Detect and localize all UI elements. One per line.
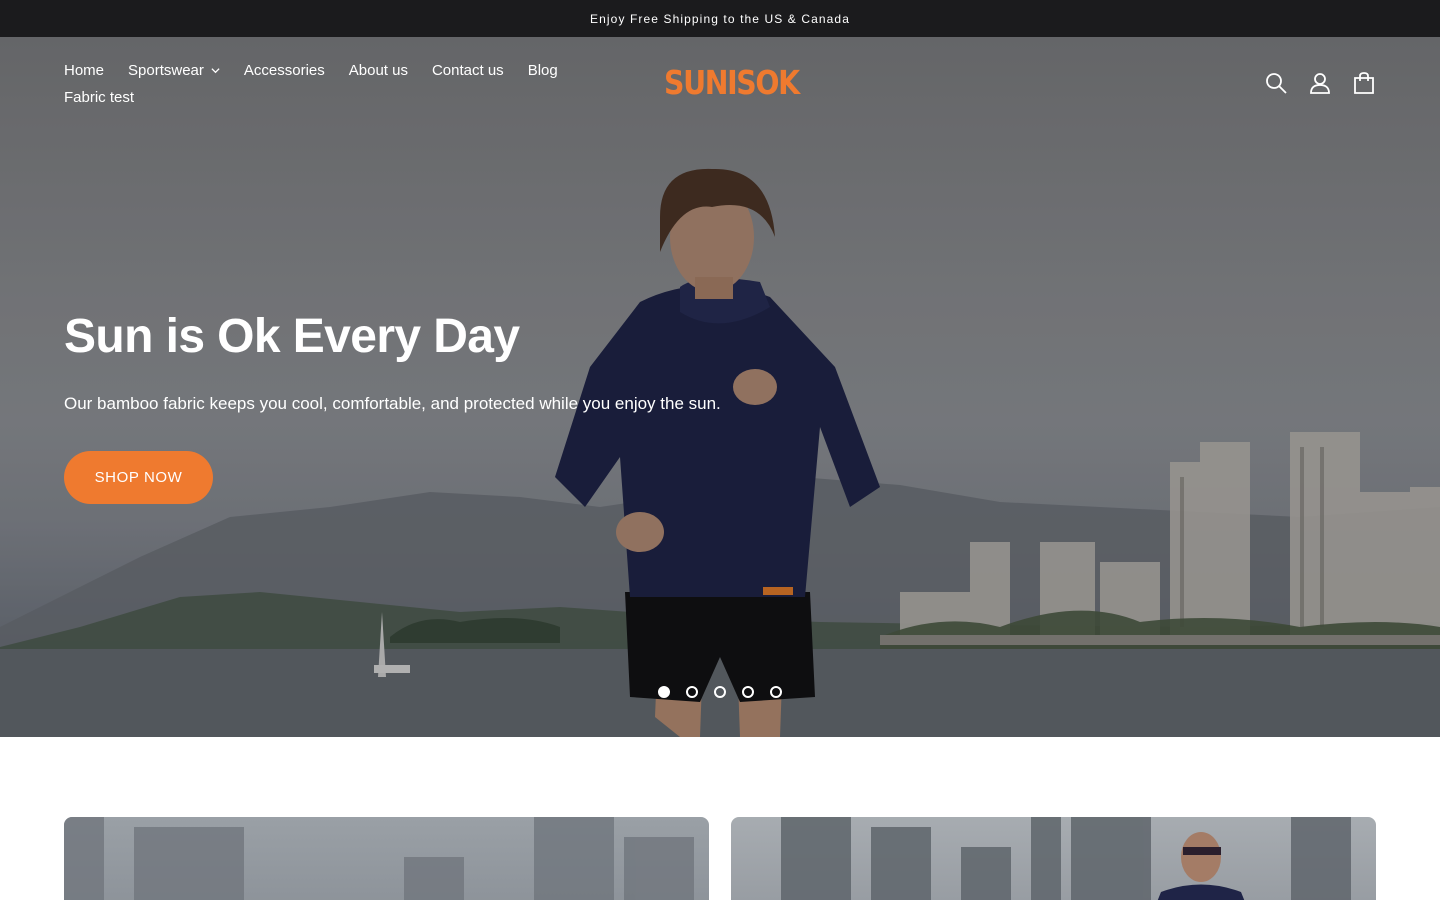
brand-logo[interactable]: SUNISOK xyxy=(664,63,800,103)
nav-sportswear-label: Sportswear xyxy=(128,62,204,79)
nav-about-us[interactable]: About us xyxy=(349,61,408,80)
nav-sportswear[interactable]: Sportswear xyxy=(128,61,220,80)
announcement-text: Enjoy Free Shipping to the US & Canada xyxy=(590,11,850,26)
nav-accessories[interactable]: Accessories xyxy=(244,61,325,80)
nav-blog[interactable]: Blog xyxy=(528,61,558,80)
header-icons xyxy=(1264,71,1376,95)
slide-dot-1[interactable] xyxy=(658,686,670,698)
slide-pagination xyxy=(658,686,782,698)
collection-card-right[interactable] xyxy=(731,817,1376,900)
collection-card-left[interactable] xyxy=(64,817,709,900)
slide-dot-4[interactable] xyxy=(742,686,754,698)
collection-card-image xyxy=(781,817,1351,900)
main-nav: Home Sportswear Accessories About us Con… xyxy=(64,61,584,107)
slide-dot-2[interactable] xyxy=(686,686,698,698)
shop-now-button[interactable]: SHOP NOW xyxy=(64,451,213,504)
hero-title: Sun is Ok Every Day xyxy=(64,310,520,363)
cart-icon[interactable] xyxy=(1352,71,1376,95)
search-icon[interactable] xyxy=(1264,71,1288,95)
slide-dot-3[interactable] xyxy=(714,686,726,698)
nav-home[interactable]: Home xyxy=(64,61,104,80)
announcement-bar: Enjoy Free Shipping to the US & Canada xyxy=(0,0,1440,37)
hero-subtitle: Our bamboo fabric keeps you cool, comfor… xyxy=(64,394,721,413)
hero-banner: Home Sportswear Accessories About us Con… xyxy=(0,37,1440,737)
account-icon[interactable] xyxy=(1308,71,1332,95)
hero-overlay xyxy=(0,37,1440,737)
chevron-down-icon xyxy=(211,68,220,74)
nav-contact-us[interactable]: Contact us xyxy=(432,61,504,80)
collection-card-image xyxy=(64,817,694,900)
slide-dot-5[interactable] xyxy=(770,686,782,698)
nav-fabric-test[interactable]: Fabric test xyxy=(64,88,134,107)
